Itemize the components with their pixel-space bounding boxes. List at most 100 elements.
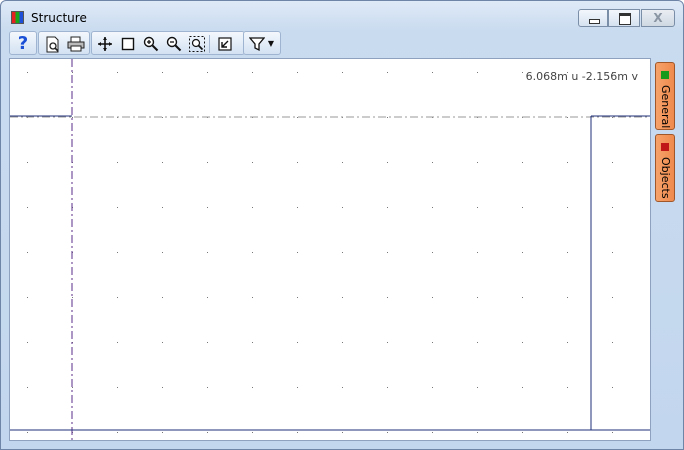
- zoom-out-icon[interactable]: [163, 34, 185, 54]
- close-button[interactable]: X: [641, 9, 675, 27]
- grid-dot: [432, 72, 433, 73]
- grid-dot: [252, 342, 253, 343]
- app-icon: [11, 11, 24, 24]
- grid-dot: [342, 297, 343, 298]
- toolbar-group-navigation: [91, 31, 245, 55]
- grid-dot: [387, 117, 388, 118]
- tab-general[interactable]: General: [655, 62, 675, 130]
- structure-window: Structure X ? ▼ 6.068m u -2.156m v Gener…: [0, 0, 684, 450]
- grid-dot: [72, 72, 73, 73]
- grid-dot: [612, 432, 613, 433]
- grid-dot: [162, 252, 163, 253]
- grid-dot: [567, 207, 568, 208]
- grid-dot: [567, 162, 568, 163]
- grid-dot: [207, 207, 208, 208]
- grid-dot: [252, 432, 253, 433]
- grid-dot: [27, 207, 28, 208]
- print-icon[interactable]: [65, 34, 87, 54]
- title-bar[interactable]: Structure X: [1, 1, 683, 31]
- grid-dot: [612, 387, 613, 388]
- grid-dot: [522, 387, 523, 388]
- structure-drawing[interactable]: [10, 59, 650, 440]
- grid-dot: [522, 252, 523, 253]
- grid-dot: [297, 297, 298, 298]
- grid-dot: [297, 342, 298, 343]
- objects-indicator-icon: [661, 143, 669, 151]
- filter-dropdown-icon[interactable]: ▼: [264, 34, 278, 54]
- zoom-extents-icon[interactable]: [186, 34, 208, 54]
- grid-dot: [612, 252, 613, 253]
- grid-dot: [162, 387, 163, 388]
- reset-view-icon[interactable]: [214, 34, 236, 54]
- grid-dot: [252, 162, 253, 163]
- print-preview-icon[interactable]: [42, 34, 64, 54]
- grid-dot: [567, 297, 568, 298]
- help-icon[interactable]: ?: [12, 34, 34, 54]
- grid-dot: [567, 117, 568, 118]
- toolbar-group-filter: ▼: [243, 31, 281, 55]
- grid-dot: [342, 387, 343, 388]
- minimize-icon: [589, 19, 600, 24]
- select-rectangle-icon[interactable]: [117, 34, 139, 54]
- grid-dot: [612, 117, 613, 118]
- grid-dot: [342, 162, 343, 163]
- grid-dot: [297, 162, 298, 163]
- grid-dot: [117, 162, 118, 163]
- grid-dot: [162, 72, 163, 73]
- grid-dot: [432, 432, 433, 433]
- general-indicator-icon: [661, 71, 669, 79]
- grid-dot: [477, 297, 478, 298]
- grid-dot: [342, 342, 343, 343]
- toolbar-group-print: [38, 31, 90, 55]
- grid-dot: [27, 252, 28, 253]
- grid-dot: [477, 252, 478, 253]
- grid-dot: [342, 432, 343, 433]
- grid-dot: [207, 342, 208, 343]
- grid-dot: [387, 342, 388, 343]
- grid-dot: [387, 72, 388, 73]
- grid-dot: [162, 207, 163, 208]
- grid-dot: [117, 207, 118, 208]
- grid-dot: [567, 432, 568, 433]
- zoom-in-icon[interactable]: [140, 34, 162, 54]
- maximize-icon: [619, 13, 631, 25]
- grid-dot: [477, 72, 478, 73]
- grid-dot: [612, 342, 613, 343]
- grid-dot: [162, 297, 163, 298]
- coordinate-readout: 6.068m u -2.156m v: [525, 70, 638, 83]
- grid-dot: [522, 72, 523, 73]
- grid-dot: [252, 252, 253, 253]
- grid-dot: [117, 342, 118, 343]
- maximize-button[interactable]: [608, 9, 640, 27]
- grid-dot: [522, 297, 523, 298]
- grid-dot: [162, 432, 163, 433]
- minimize-button[interactable]: [578, 9, 608, 27]
- tab-general-label: General: [659, 85, 672, 129]
- grid-dot: [72, 117, 73, 118]
- grid-dot: [387, 387, 388, 388]
- pan-icon[interactable]: [94, 34, 116, 54]
- grid-dot: [477, 162, 478, 163]
- grid-dot: [207, 72, 208, 73]
- grid-dot: [477, 387, 478, 388]
- grid-dot: [297, 252, 298, 253]
- grid-dot: [162, 117, 163, 118]
- grid-dot: [432, 342, 433, 343]
- grid-dot: [297, 432, 298, 433]
- grid-dot: [387, 162, 388, 163]
- grid-dot: [162, 162, 163, 163]
- grid-dot: [567, 342, 568, 343]
- grid-dot: [27, 432, 28, 433]
- grid-dot: [207, 252, 208, 253]
- grid-dot: [117, 432, 118, 433]
- grid-dot: [522, 342, 523, 343]
- grid-dot: [297, 387, 298, 388]
- grid-dot: [387, 207, 388, 208]
- grid-dot: [207, 387, 208, 388]
- tab-objects[interactable]: Objects: [655, 134, 675, 202]
- grid-dot: [27, 387, 28, 388]
- drawing-canvas[interactable]: 6.068m u -2.156m v: [9, 58, 651, 441]
- grid-dot: [297, 72, 298, 73]
- grid-dot: [117, 72, 118, 73]
- grid-dot: [207, 162, 208, 163]
